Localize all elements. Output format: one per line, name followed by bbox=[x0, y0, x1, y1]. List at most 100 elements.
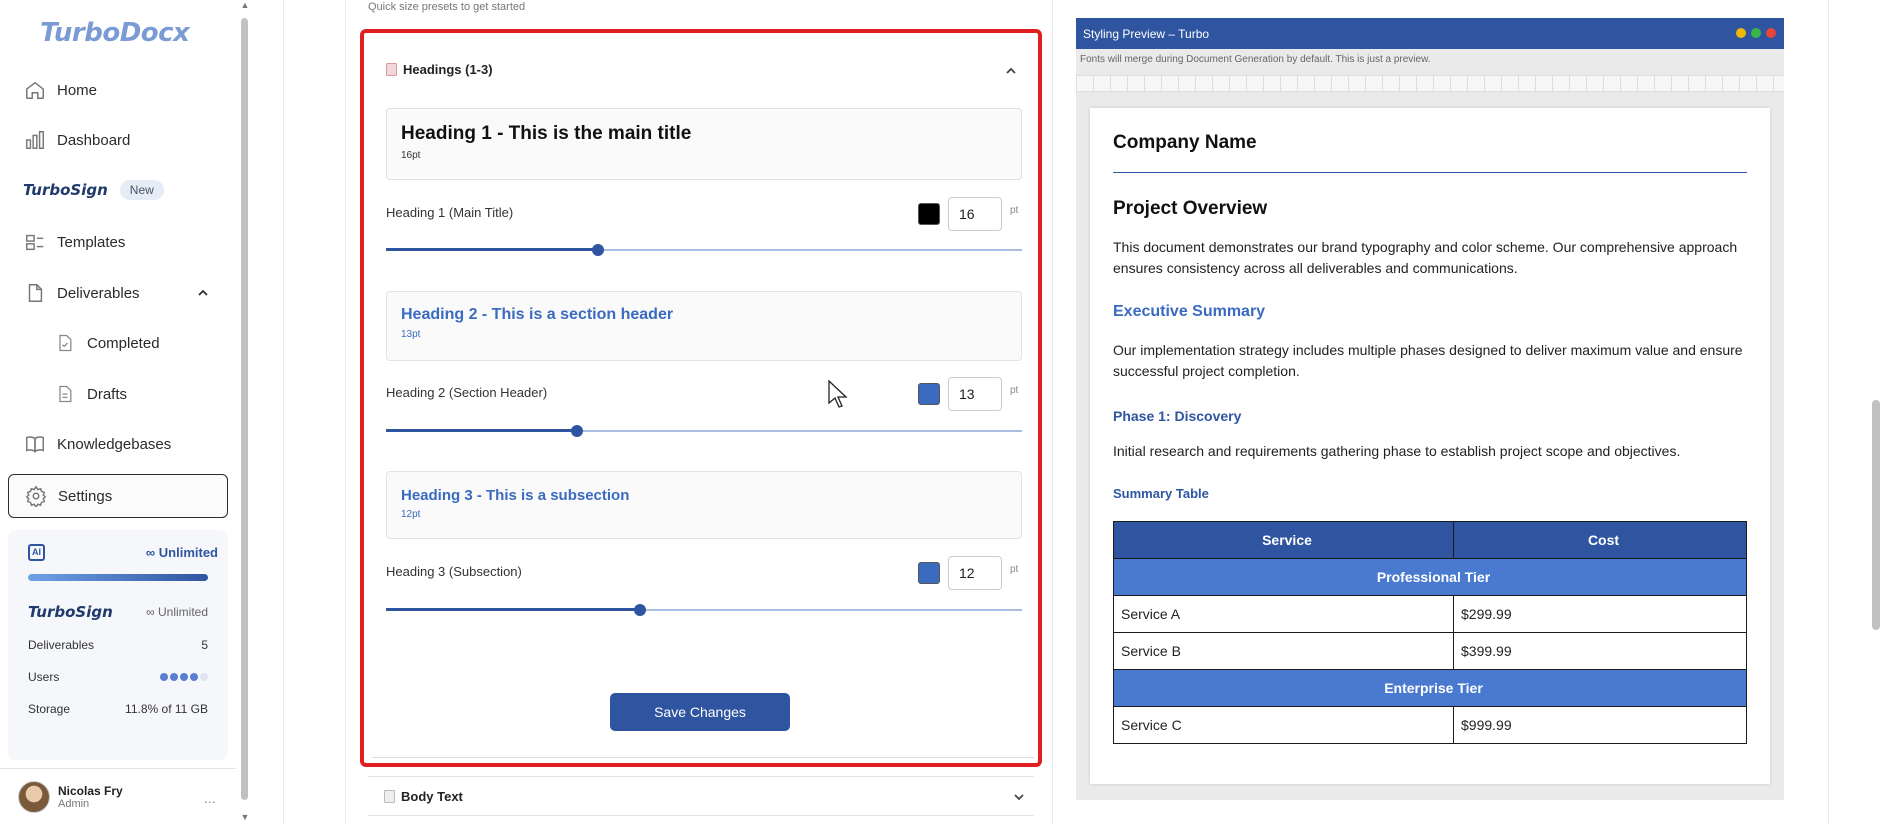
nav-home[interactable]: Home bbox=[8, 68, 228, 112]
heading3-unit: pt bbox=[1010, 564, 1019, 575]
heading1-preview-text: Heading 1 - This is the main title bbox=[401, 123, 692, 144]
user-name: Nicolas Fry bbox=[58, 784, 123, 798]
turbosign-unlimited: ∞ Unlimited bbox=[146, 605, 208, 619]
heading1-size-slider[interactable] bbox=[386, 244, 1022, 256]
table-cell: $299.99 bbox=[1453, 595, 1747, 633]
styling-preview-window: Styling Preview – Turbo Fonts will merge… bbox=[1076, 18, 1784, 800]
ai-usage-row: AI ∞ Unlimited bbox=[18, 540, 218, 564]
heading3-color-swatch[interactable] bbox=[918, 562, 940, 584]
minimize-dot-icon[interactable] bbox=[1736, 28, 1746, 38]
mouse-cursor-icon bbox=[828, 380, 848, 408]
nav-dashboard[interactable]: Dashboard bbox=[8, 118, 228, 162]
table-tier-row: Enterprise Tier bbox=[1113, 669, 1747, 707]
doc-summary-table: Service Cost Professional Tier Service A… bbox=[1113, 521, 1747, 744]
table-row: Service C $999.99 bbox=[1113, 706, 1747, 744]
slider-handle[interactable] bbox=[591, 244, 604, 256]
heading2-unit: pt bbox=[1010, 385, 1019, 396]
doc-icon bbox=[386, 63, 397, 76]
body-text-section-title: Body Text bbox=[401, 788, 463, 804]
doc-paragraph-3: Initial research and requirements gather… bbox=[1113, 443, 1681, 459]
plan-usage-card: AI ∞ Unlimited TurboSign ∞ Unlimited Del… bbox=[8, 530, 228, 760]
nav-deliverables-label: Deliverables bbox=[57, 284, 140, 302]
scroll-down-arrow-icon[interactable]: ▼ bbox=[240, 812, 250, 822]
chevron-up-icon[interactable] bbox=[196, 286, 210, 304]
gear-icon bbox=[24, 484, 48, 508]
headings-section-header[interactable]: Headings (1-3) bbox=[386, 62, 493, 77]
table-header-row: Service Cost bbox=[1113, 521, 1747, 559]
heading1-label: Heading 1 (Main Title) bbox=[386, 205, 514, 220]
heading1-unit: pt bbox=[1010, 205, 1019, 216]
divider bbox=[345, 0, 346, 825]
divider bbox=[283, 0, 284, 825]
window-controls bbox=[1731, 28, 1776, 38]
slider-handle[interactable] bbox=[570, 425, 583, 437]
doc-title-rule bbox=[1113, 172, 1747, 173]
chevron-up-icon[interactable] bbox=[1004, 64, 1018, 78]
doc-executive-summary: Executive Summary bbox=[1113, 303, 1266, 320]
slider-handle[interactable] bbox=[634, 604, 647, 616]
users-usage-dots bbox=[158, 670, 208, 684]
turbosign-logo: TurboSign bbox=[23, 181, 108, 199]
table-tier-professional: Professional Tier bbox=[1113, 558, 1747, 596]
nav-completed-label: Completed bbox=[87, 334, 160, 352]
styling-preview-note: Fonts will merge during Document Generat… bbox=[1080, 54, 1431, 65]
turbodocx-logo[interactable]: TurboDocx bbox=[40, 18, 190, 48]
heading2-color-swatch[interactable] bbox=[918, 383, 940, 405]
user-menu-button[interactable]: ... bbox=[204, 790, 216, 806]
turbosign-usage-row: TurboSign ∞ Unlimited bbox=[28, 595, 208, 629]
main-scrollbar[interactable] bbox=[1872, 400, 1880, 630]
new-badge: New bbox=[119, 180, 164, 200]
file-text-icon bbox=[53, 382, 77, 406]
doc-paragraph-2: Our implementation strategy includes mul… bbox=[1113, 342, 1743, 379]
close-dot-icon[interactable] bbox=[1766, 28, 1776, 38]
save-changes-button[interactable]: Save Changes bbox=[610, 693, 790, 731]
nav-drafts[interactable]: Drafts bbox=[8, 372, 228, 416]
bar-chart-icon bbox=[23, 128, 47, 152]
body-text-section-header[interactable]: Body Text bbox=[368, 776, 1034, 816]
storage-usage-value: 11.8% of 11 GB bbox=[125, 702, 208, 716]
nav-turbosign[interactable]: TurboSign New bbox=[8, 168, 228, 212]
nav-settings[interactable]: Settings bbox=[8, 474, 228, 518]
scroll-up-arrow-icon[interactable]: ▲ bbox=[240, 0, 250, 10]
sidebar-scrollbar[interactable] bbox=[240, 12, 250, 812]
templates-icon bbox=[23, 230, 47, 254]
nav-templates[interactable]: Templates bbox=[8, 220, 228, 264]
divider bbox=[1052, 0, 1053, 825]
table-header-service: Service bbox=[1113, 521, 1454, 559]
users-usage-label: Users bbox=[28, 670, 60, 684]
chevron-down-icon[interactable] bbox=[1012, 790, 1026, 804]
nav-knowledgebases[interactable]: Knowledgebases bbox=[8, 422, 228, 466]
nav-home-label: Home bbox=[57, 81, 98, 99]
heading2-size-input[interactable]: 13 bbox=[948, 377, 1002, 411]
styling-preview-title: Styling Preview – Turbo bbox=[1083, 26, 1210, 41]
ai-icon: AI bbox=[28, 543, 45, 561]
heading2-size-slider[interactable] bbox=[386, 425, 1022, 437]
table-row: Service A $299.99 bbox=[1113, 595, 1747, 633]
user-profile[interactable]: Nicolas Fry Admin bbox=[18, 781, 123, 813]
nav-templates-label: Templates bbox=[57, 233, 126, 251]
heading2-label: Heading 2 (Section Header) bbox=[386, 385, 548, 400]
doc-paragraph-1: This document demonstrates our brand typ… bbox=[1113, 239, 1738, 276]
maximize-dot-icon[interactable] bbox=[1751, 28, 1761, 38]
doc-project-overview: Project Overview bbox=[1113, 198, 1268, 219]
table-cell: $999.99 bbox=[1453, 706, 1747, 744]
headings-panel: Headings (1-3) Heading 1 - This is the m… bbox=[360, 29, 1042, 767]
document-page: Company Name Project Overview This docum… bbox=[1090, 108, 1770, 784]
heading3-label: Heading 3 (Subsection) bbox=[386, 564, 522, 579]
nav-deliverables[interactable]: Deliverables bbox=[8, 271, 228, 315]
heading1-size-input[interactable]: 16 bbox=[948, 197, 1002, 231]
doc-icon bbox=[384, 789, 395, 803]
nav-completed[interactable]: Completed bbox=[8, 321, 228, 365]
ruler bbox=[1076, 75, 1784, 92]
deliverables-usage-label: Deliverables bbox=[28, 638, 95, 652]
heading1-color-swatch[interactable] bbox=[918, 203, 940, 225]
turbosign-plan-logo: TurboSign bbox=[28, 603, 113, 621]
heading3-size-slider[interactable] bbox=[386, 604, 1022, 616]
heading3-size-input[interactable]: 12 bbox=[948, 556, 1002, 590]
presets-note: Quick size presets to get started bbox=[368, 1, 526, 13]
sidebar-divider bbox=[0, 768, 236, 769]
nav-knowledgebases-label: Knowledgebases bbox=[57, 435, 172, 453]
user-role: Admin bbox=[58, 798, 90, 810]
deliverables-usage-value: 5 bbox=[201, 638, 208, 652]
avatar bbox=[18, 781, 50, 813]
